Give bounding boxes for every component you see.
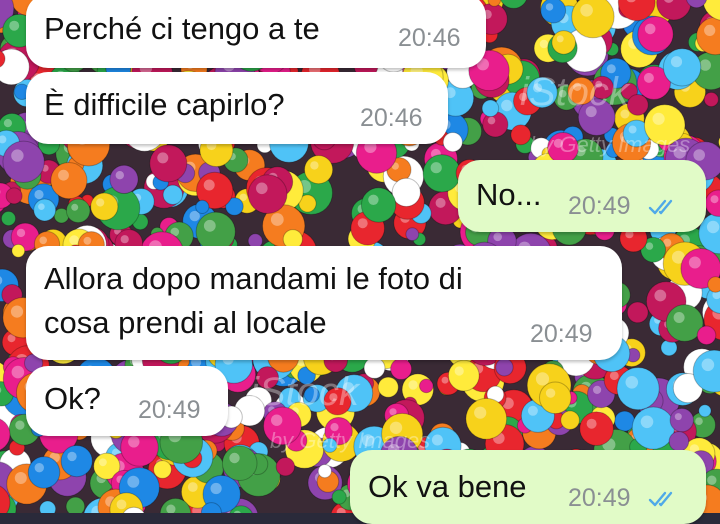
message-bubble-outgoing[interactable]: No... 20:49 <box>458 160 706 232</box>
message-bubble-incoming[interactable]: Perché ci tengo a te 20:46 <box>26 0 486 68</box>
message-bubble-incoming[interactable]: È difficile capirlo? 20:46 <box>26 72 448 144</box>
watermark-text: iStock <box>250 370 359 415</box>
read-double-check-icon <box>648 490 680 508</box>
message-bubble-incoming[interactable]: Allora dopo mandami le foto di cosa pren… <box>26 246 622 360</box>
message-text: Ok va bene <box>368 466 527 508</box>
message-timestamp: 20:49 <box>530 320 593 349</box>
message-text-line: Allora dopo mandami le foto di <box>44 258 463 300</box>
message-timestamp: 20:46 <box>360 104 423 133</box>
message-timestamp: 20:46 <box>398 24 461 53</box>
message-bubble-incoming[interactable]: Ok? 20:49 <box>26 366 228 436</box>
message-timestamp: 20:49 <box>568 192 631 221</box>
message-text: No... <box>476 174 541 216</box>
message-text: È difficile capirlo? <box>44 84 285 126</box>
message-timestamp: 20:49 <box>568 484 631 513</box>
message-timestamp: 20:49 <box>138 396 201 425</box>
message-text: Perché ci tengo a te <box>44 8 320 50</box>
message-text-line: cosa prendi al locale <box>44 302 327 344</box>
watermark-text: by Getty Images <box>530 132 690 158</box>
message-text: Ok? <box>44 378 101 420</box>
read-double-check-icon <box>648 198 680 216</box>
watermark-text: iStock <box>520 70 629 115</box>
